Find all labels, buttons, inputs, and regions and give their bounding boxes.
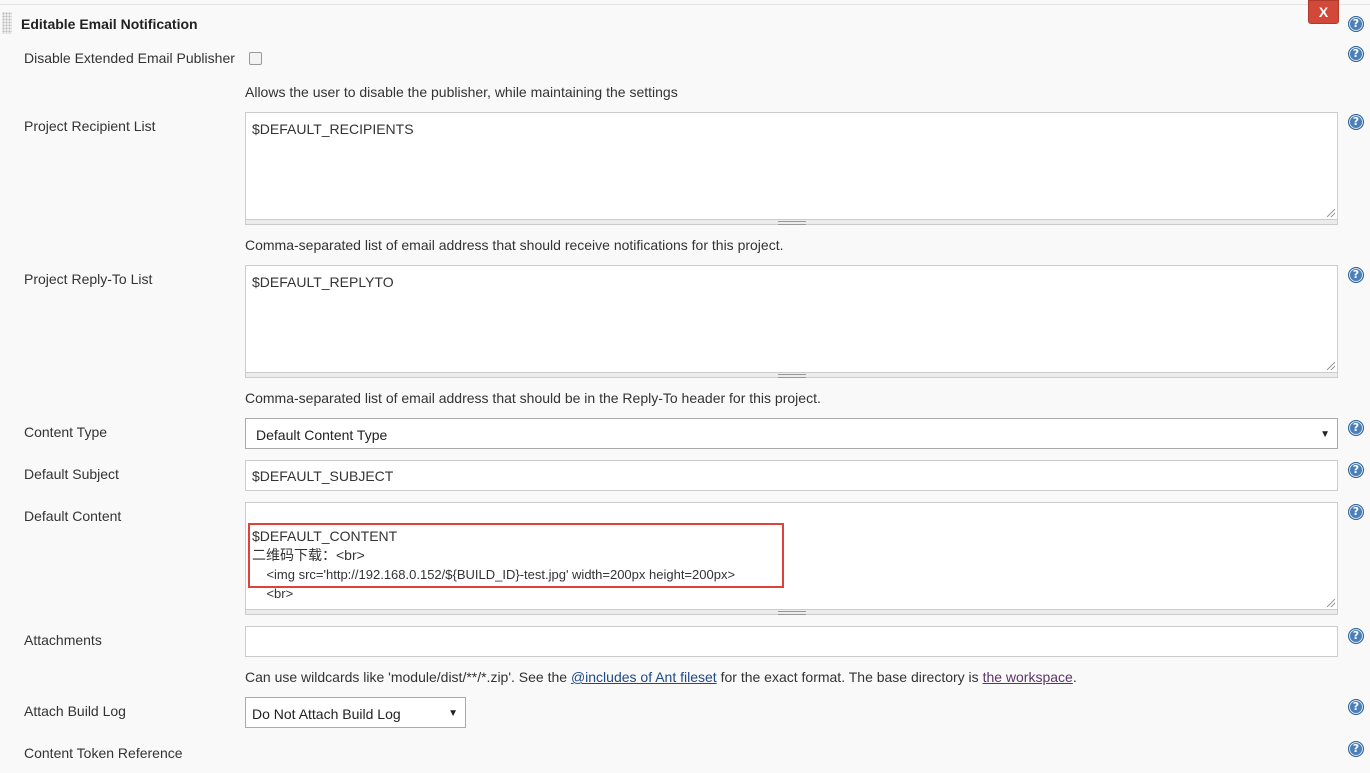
help-icon[interactable]: ? xyxy=(1348,628,1364,644)
help-icon[interactable]: ? xyxy=(1348,16,1364,32)
recipient-list-textarea[interactable]: $DEFAULT_RECIPIENTS xyxy=(245,112,1338,220)
close-button[interactable]: X xyxy=(1308,0,1339,24)
dropdown-arrow-icon: ▼ xyxy=(448,708,458,719)
attach-build-log-select[interactable]: Do Not Attach Build Log ▼ xyxy=(245,697,466,728)
default-subject-input[interactable]: $DEFAULT_SUBJECT xyxy=(245,460,1338,491)
attach-build-log-label: Attach Build Log xyxy=(24,703,126,719)
content-type-selected: Default Content Type xyxy=(256,427,388,443)
attachments-description: Can use wildcards like 'module/dist/**/*… xyxy=(245,669,1077,685)
help-icon[interactable]: ? xyxy=(1348,46,1364,62)
default-content-label: Default Content xyxy=(24,508,122,524)
help-icon[interactable]: ? xyxy=(1348,267,1364,283)
disable-publisher-description: Allows the user to disable the publisher… xyxy=(245,84,678,100)
help-icon[interactable]: ? xyxy=(1348,741,1364,757)
attachments-desc-middle: for the exact format. The base directory… xyxy=(716,669,983,685)
attachments-desc-prefix: Can use wildcards like 'module/dist/**/*… xyxy=(245,669,571,685)
recipient-list-value: $DEFAULT_RECIPIENTS xyxy=(252,121,414,137)
reply-to-list-textarea[interactable]: $DEFAULT_REPLYTO xyxy=(245,265,1338,373)
attach-build-log-selected: Do Not Attach Build Log xyxy=(252,706,401,722)
content-type-label: Content Type xyxy=(24,424,108,440)
disable-publisher-label: Disable Extended Email Publisher xyxy=(24,50,235,66)
dropdown-arrow-icon: ▼ xyxy=(1320,429,1330,440)
default-subject-label: Default Subject xyxy=(24,466,119,482)
textarea-grip[interactable] xyxy=(245,373,1338,378)
ant-fileset-link[interactable]: @includes of Ant fileset xyxy=(571,669,717,685)
help-icon[interactable]: ? xyxy=(1348,699,1364,715)
resize-handle-icon[interactable] xyxy=(1327,362,1335,370)
disable-publisher-checkbox[interactable] xyxy=(249,52,262,65)
content-token-reference-label: Content Token Reference xyxy=(24,745,183,761)
reply-to-list-description: Comma-separated list of email address th… xyxy=(245,390,821,406)
textarea-grip[interactable] xyxy=(245,610,1338,615)
attachments-input[interactable] xyxy=(245,626,1338,657)
resize-handle-icon[interactable] xyxy=(1327,599,1335,607)
help-icon[interactable]: ? xyxy=(1348,462,1364,478)
section-divider xyxy=(0,4,1370,5)
reply-to-list-value: $DEFAULT_REPLYTO xyxy=(252,274,394,290)
help-icon[interactable]: ? xyxy=(1348,114,1364,130)
attachments-desc-suffix: . xyxy=(1072,669,1077,685)
drag-handle[interactable] xyxy=(2,12,12,34)
workspace-link[interactable]: the workspace xyxy=(983,669,1073,685)
resize-handle-icon[interactable] xyxy=(1327,209,1335,217)
section-title: Editable Email Notification xyxy=(21,16,198,32)
recipient-list-description: Comma-separated list of email address th… xyxy=(245,237,784,253)
recipient-list-label: Project Recipient List xyxy=(24,118,156,134)
attachments-label: Attachments xyxy=(24,632,102,648)
reply-to-list-label: Project Reply-To List xyxy=(24,271,153,287)
content-type-select[interactable]: Default Content Type ▼ xyxy=(245,418,1338,449)
highlight-annotation xyxy=(248,523,784,588)
textarea-grip[interactable] xyxy=(245,220,1338,225)
help-icon[interactable]: ? xyxy=(1348,420,1364,436)
help-icon[interactable]: ? xyxy=(1348,504,1364,520)
